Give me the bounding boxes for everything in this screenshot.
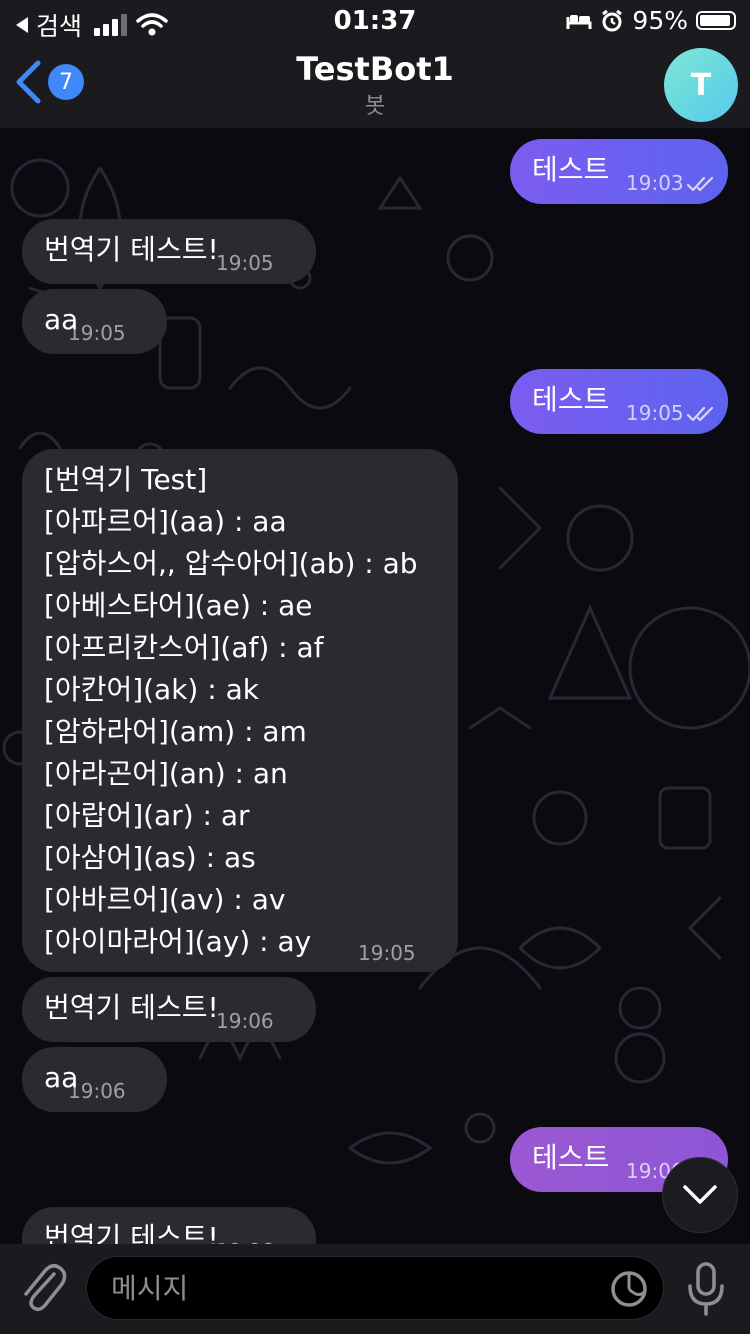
outgoing-message-bubble[interactable]: 테스트 19:03 — [510, 139, 728, 204]
chat-title[interactable]: TestBot1 — [0, 50, 750, 88]
message-input[interactable] — [109, 1267, 593, 1309]
battery-percent: 95% — [632, 6, 688, 35]
battery-icon — [696, 11, 736, 30]
message-time: 19:05 — [358, 941, 416, 965]
attachment-paperclip-icon[interactable] — [18, 1260, 68, 1316]
message-text: 번역기 테스트! — [44, 991, 219, 1024]
message-time: 19:05 — [68, 321, 126, 345]
incoming-message-bubble[interactable]: 번역기 테스트!19:06 — [22, 977, 316, 1042]
chat-screen: 검색 01:37 95% 7 TestBot1 봇 T 테스트 19:03 번역… — [0, 0, 750, 1334]
message-text: 테스트 — [532, 1141, 610, 1174]
message-time: 19:05 — [626, 401, 684, 425]
message-time: 19:05 — [216, 251, 274, 275]
avatar[interactable]: T — [664, 48, 738, 122]
message-time: 19:03 — [626, 171, 684, 195]
input-bar — [0, 1244, 750, 1334]
message-text: 테스트 — [532, 153, 610, 186]
sleep-bed-icon — [566, 14, 592, 29]
chat-header: 7 TestBot1 봇 T — [0, 42, 750, 128]
double-check-read-icon — [686, 406, 714, 422]
incoming-message-bubble[interactable]: [번역기 Test] [아파르어](aa) : aa [압하스어,, 압수아어]… — [22, 449, 458, 972]
microphone-icon[interactable] — [686, 1260, 726, 1318]
status-indicators: 95% — [566, 6, 736, 35]
message-text: 번역기 테스트! — [44, 233, 219, 266]
message-time: 19:06 — [68, 1079, 126, 1103]
message-text: 테스트 — [532, 383, 610, 416]
sticker-icon[interactable] — [609, 1269, 649, 1309]
incoming-message-bubble[interactable]: 번역기 테스트! 19:05 — [22, 219, 316, 284]
message-text: [번역기 Test] [아파르어](aa) : aa [압하스어,, 압수아어]… — [44, 463, 418, 958]
chat-subtitle: 봇 — [364, 94, 386, 119]
outgoing-message-bubble[interactable]: 테스트 19:05 — [510, 369, 728, 434]
incoming-message-bubble[interactable]: aa 19:06 — [22, 1047, 167, 1112]
scroll-down-button[interactable] — [662, 1157, 738, 1233]
status-bar: 검색 01:37 95% — [0, 0, 750, 42]
double-check-read-icon — [686, 176, 714, 192]
message-input-field[interactable] — [86, 1256, 664, 1320]
alarm-icon — [602, 9, 623, 31]
message-time: 19:06 — [216, 1009, 274, 1033]
incoming-message-bubble[interactable]: aa 19:05 — [22, 289, 167, 354]
chevron-down-icon — [683, 1185, 717, 1204]
